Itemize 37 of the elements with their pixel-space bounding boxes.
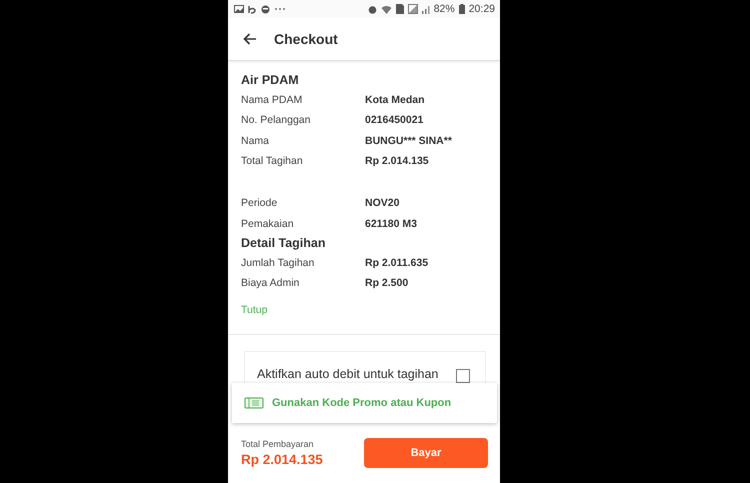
field-label: Biaya Admin — [241, 277, 300, 290]
clock: 20:29 — [468, 3, 495, 15]
field-label: Total Tagihan — [241, 155, 304, 168]
field-value: 0216450021 — [365, 114, 424, 126]
field-value: Rp 2.500 — [365, 277, 408, 290]
total-amount: Rp 2.014.135 — [241, 452, 323, 468]
ticket-icon — [244, 397, 264, 410]
page-title: Checkout — [274, 31, 338, 47]
image-icon — [234, 5, 244, 13]
auto-debit-label: Aktifkan auto debit untuk tagihan — [257, 367, 438, 382]
signal-icon — [408, 4, 418, 14]
field-value: Rp 2.011.635 — [365, 256, 428, 269]
field-value: Kota Medan — [365, 94, 425, 106]
field-value: NOV20 — [365, 197, 400, 210]
collapse-link[interactable]: Tutup — [241, 304, 268, 316]
promo-label: Gunakan Kode Promo atau Kupon — [272, 397, 452, 410]
battery-percent: 82% — [434, 3, 455, 15]
field-value: BUNGU*** SINA** — [365, 134, 452, 147]
promo-bar[interactable]: Gunakan Kode Promo atau Kupon — [232, 383, 497, 424]
section-title: Detail Tagihan — [241, 234, 327, 252]
field-label: Pemakaian — [241, 218, 295, 230]
field-value: 621180 M3 — [365, 218, 417, 230]
checkbox[interactable] — [456, 369, 470, 384]
field-label: Jumlah Tagihan — [241, 256, 316, 269]
field-label: No. Pelanggan — [241, 114, 312, 126]
field-label: Nama PDAM — [241, 94, 304, 106]
field-value: Rp 2.014.135 — [365, 155, 429, 168]
wifi-icon — [380, 4, 392, 14]
section-title: Air PDAM — [241, 72, 300, 89]
back-button[interactable] — [241, 31, 259, 47]
battery-icon — [458, 4, 465, 14]
more-icon — [274, 7, 286, 11]
field-label: Nama — [241, 134, 270, 147]
pay-button[interactable]: Bayar — [364, 438, 488, 468]
total-label: Total Pembayaran — [241, 439, 315, 450]
field-label: Periode — [241, 197, 278, 210]
signal-icon — [422, 4, 430, 14]
